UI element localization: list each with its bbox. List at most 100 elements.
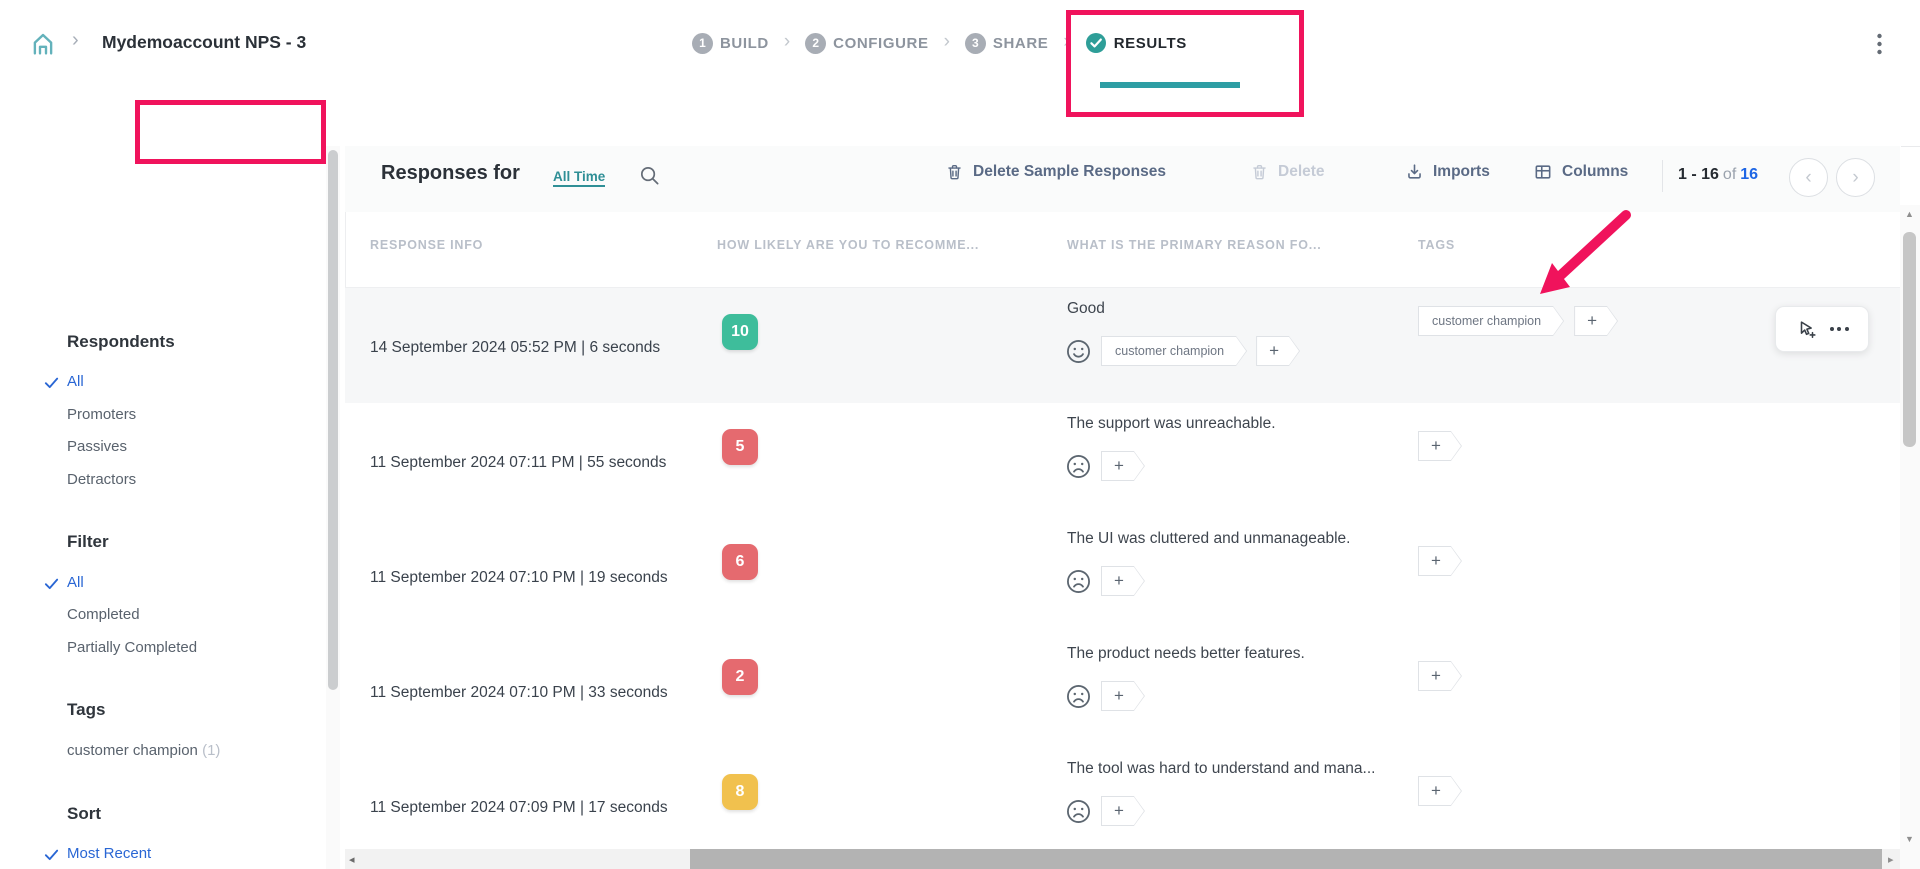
table-row[interactable]: 11 September 2024 07:09 PM | 17 seconds … <box>345 748 1900 863</box>
nps-score-badge: 2 <box>722 659 758 695</box>
step-build[interactable]: 1 BUILD <box>692 33 769 54</box>
column-header-tags: TAGS <box>1418 238 1455 252</box>
answer-text: The support was unreachable. <box>1067 415 1276 433</box>
sidebar-item-filter-all[interactable]: All <box>67 574 84 591</box>
column-header-response-info: RESPONSE INFO <box>370 238 483 252</box>
check-icon <box>43 846 60 863</box>
add-tag-button[interactable]: + <box>1418 431 1462 461</box>
vertical-scrollbar-thumb[interactable] <box>1903 232 1916 447</box>
columns-button[interactable]: Columns <box>1533 162 1628 182</box>
response-date: 11 September 2024 07:09 PM | 17 seconds <box>370 799 668 817</box>
home-icon <box>28 29 58 59</box>
columns-grid-icon <box>1533 162 1553 182</box>
answer-text: The product needs better features. <box>1067 645 1305 663</box>
breadcrumb-chevron-icon: › <box>72 29 79 52</box>
trash-icon <box>1250 162 1269 182</box>
sidebar-item-promoters[interactable]: Promoters <box>67 406 136 423</box>
sad-face-icon <box>1065 568 1092 595</box>
sad-face-icon <box>1065 683 1092 710</box>
add-tag-button[interactable]: + <box>1256 336 1300 366</box>
sad-face-icon <box>1065 798 1092 825</box>
happy-face-icon <box>1065 338 1092 365</box>
sidebar-item-most-recent[interactable]: Most Recent <box>67 845 151 862</box>
step-results[interactable]: RESULTS <box>1085 32 1187 54</box>
table-row[interactable]: 11 September 2024 07:11 PM | 55 seconds … <box>345 403 1900 519</box>
more-options-icon[interactable] <box>1830 327 1849 331</box>
scroll-down-icon[interactable]: ▼ <box>1905 834 1914 844</box>
add-tag-button[interactable]: + <box>1418 546 1462 576</box>
table-row[interactable]: 14 September 2024 05:52 PM | 6 seconds 1… <box>345 288 1900 404</box>
section-title-sort: Sort <box>67 804 101 824</box>
tag-count: (1) <box>202 742 220 759</box>
add-tag-button[interactable]: + <box>1418 776 1462 806</box>
home-button[interactable] <box>24 25 62 63</box>
chevron-right-icon: › <box>944 31 950 53</box>
previous-page-button[interactable]: ‹ <box>1789 158 1828 197</box>
quick-tag-cursor-icon[interactable] <box>1796 318 1818 340</box>
sidebar-item-completed[interactable]: Completed <box>67 606 140 623</box>
nps-score-badge: 5 <box>722 429 758 465</box>
response-date: 11 September 2024 07:10 PM | 33 seconds <box>370 684 668 702</box>
toolbar-divider <box>1662 160 1663 192</box>
sad-face-icon <box>1065 453 1092 480</box>
next-page-button[interactable]: › <box>1836 158 1875 197</box>
pagination-range: 1 - 16 <box>1678 166 1719 183</box>
sidebar-scrollbar-thumb[interactable] <box>328 150 338 690</box>
pagination-status: 1 - 16of16 <box>1678 166 1758 184</box>
step-3-badge: 3 <box>965 33 986 54</box>
answer-tag-chip[interactable]: customer champion <box>1101 336 1247 366</box>
search-icon[interactable] <box>638 164 661 187</box>
trash-icon <box>945 162 964 182</box>
scroll-left-icon[interactable]: ◂ <box>349 853 355 866</box>
scroll-right-icon[interactable]: ▸ <box>1888 853 1894 866</box>
response-date: 11 September 2024 07:10 PM | 19 seconds <box>370 569 668 587</box>
sidebar-item-tag-customer-champion[interactable]: customer champion (1) <box>67 742 220 759</box>
nps-score-badge: 10 <box>722 314 758 350</box>
sidebar-item-respondents-all[interactable]: All <box>67 373 84 390</box>
section-title-tags: Tags <box>67 700 105 720</box>
add-tag-button[interactable]: + <box>1101 796 1145 826</box>
workflow-steps: 1 BUILD › 2 CONFIGURE › 3 SHARE › RESULT… <box>692 32 1187 54</box>
table-row[interactable]: 11 September 2024 07:10 PM | 19 seconds … <box>345 518 1900 634</box>
nps-score-badge: 8 <box>722 774 758 810</box>
chevron-right-icon: › <box>784 31 790 53</box>
tag-chip[interactable]: customer champion <box>1418 306 1564 336</box>
sidebar-item-detractors[interactable]: Detractors <box>67 471 136 488</box>
row-hover-toolbar <box>1775 306 1869 352</box>
add-tag-button[interactable]: + <box>1101 451 1145 481</box>
app-window: › Mydemoaccount NPS - 3 1 BUILD › 2 CONF… <box>0 0 1920 869</box>
step-configure[interactable]: 2 CONFIGURE <box>805 33 928 54</box>
filters-sidebar: Respondents All Promoters Passives Detra… <box>0 146 345 869</box>
breadcrumb[interactable]: Mydemoaccount NPS - 3 <box>102 32 306 53</box>
sidebar-item-partially-completed[interactable]: Partially Completed <box>67 639 197 656</box>
add-tag-button[interactable]: + <box>1418 661 1462 691</box>
add-tag-button[interactable]: + <box>1101 681 1145 711</box>
answer-text: Good <box>1067 300 1105 318</box>
check-icon <box>43 575 60 592</box>
add-tag-button[interactable]: + <box>1574 306 1618 336</box>
sidebar-item-passives[interactable]: Passives <box>67 438 127 455</box>
check-icon <box>43 374 60 391</box>
scrollbar-corner <box>1900 849 1920 869</box>
delete-sample-responses-button[interactable]: Delete Sample Responses <box>945 162 1166 182</box>
horizontal-scrollbar-thumb[interactable] <box>690 849 1882 869</box>
check-circle-icon <box>1085 32 1107 54</box>
response-date: 14 September 2024 05:52 PM | 6 seconds <box>370 339 660 357</box>
table-row[interactable]: 11 September 2024 07:10 PM | 33 seconds … <box>345 633 1900 749</box>
step-1-badge: 1 <box>692 33 713 54</box>
delete-button-disabled[interactable]: Delete <box>1250 162 1325 182</box>
kebab-menu-icon[interactable] <box>1868 32 1890 56</box>
pagination-total[interactable]: 16 <box>1740 166 1758 183</box>
column-header-likely: HOW LIKELY ARE YOU TO RECOMME... <box>717 238 979 252</box>
step-share[interactable]: 3 SHARE <box>965 33 1049 54</box>
scroll-up-icon[interactable]: ▲ <box>1905 209 1914 219</box>
time-filter-link[interactable]: All Time <box>553 169 605 187</box>
chevron-left-icon: ‹ <box>1805 167 1811 189</box>
section-title-respondents: Respondents <box>67 332 175 352</box>
step-2-badge: 2 <box>805 33 826 54</box>
add-tag-button[interactable]: + <box>1101 566 1145 596</box>
column-header-reason: WHAT IS THE PRIMARY REASON FO... <box>1067 238 1322 252</box>
imports-button[interactable]: Imports <box>1405 162 1490 181</box>
tabs-bar: OVERVIEW RESPONSES Download Share <box>0 88 1920 147</box>
answer-text: The tool was hard to understand and mana… <box>1067 760 1375 778</box>
